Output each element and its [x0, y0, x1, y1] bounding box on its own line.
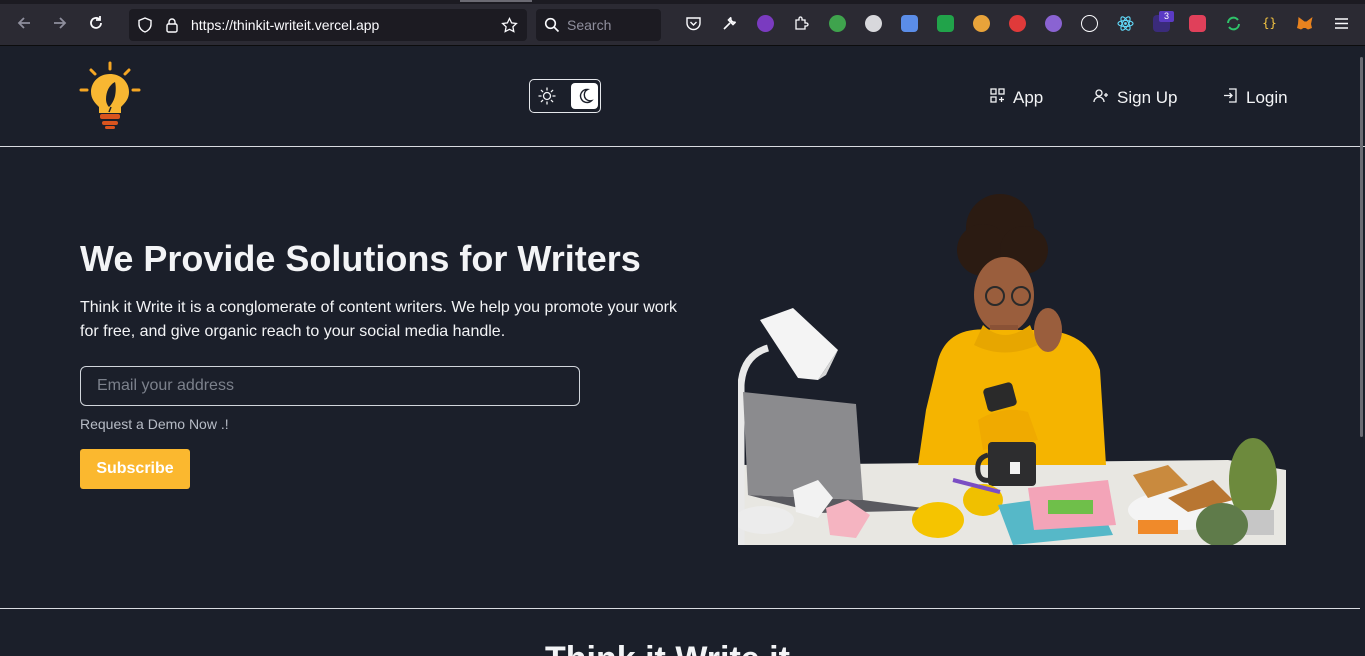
- extension-gear-icon[interactable]: [1045, 15, 1062, 32]
- extension-sync-icon[interactable]: [1225, 15, 1242, 32]
- extension-count-badge: 3: [1159, 11, 1174, 22]
- extension-purple-icon[interactable]: [757, 15, 774, 32]
- nav-signup-label: Sign Up: [1117, 88, 1178, 107]
- hero-title: We Provide Solutions for Writers: [80, 238, 641, 279]
- extension-pwa-icon[interactable]: [1189, 15, 1206, 32]
- site-header: App Sign Up Login: [0, 47, 1365, 147]
- nav-login-label: Login: [1246, 88, 1288, 107]
- search-placeholder: Search: [567, 17, 612, 33]
- nav-app-link[interactable]: App: [990, 88, 1043, 108]
- theme-toggle[interactable]: [529, 79, 601, 113]
- extensions-puzzle-icon[interactable]: [793, 15, 810, 32]
- url-text[interactable]: https://thinkit-writeit.vercel.app: [191, 17, 379, 33]
- extension-json-icon[interactable]: {}: [1261, 15, 1278, 32]
- forward-arrow-icon[interactable]: [50, 13, 70, 33]
- extension-broom-icon[interactable]: [973, 15, 990, 32]
- sun-icon[interactable]: [533, 83, 560, 109]
- shield-icon[interactable]: [137, 17, 153, 38]
- url-bar[interactable]: https://thinkit-writeit.vercel.app: [129, 9, 527, 41]
- next-section-title: Think it Write it: [545, 640, 790, 656]
- grid-icon: [990, 88, 1005, 108]
- wrench-icon[interactable]: [721, 15, 738, 32]
- extension-green-icon[interactable]: [829, 15, 846, 32]
- browser-toolbar: https://thinkit-writeit.vercel.app Searc…: [0, 0, 1365, 46]
- login-icon: [1223, 88, 1238, 108]
- page-scrollbar[interactable]: [1360, 57, 1363, 437]
- moon-icon[interactable]: [571, 83, 598, 109]
- tab-strip: [0, 0, 1365, 4]
- demo-request-text: Request a Demo Now .!: [80, 416, 229, 432]
- extension-money-icon[interactable]: [937, 15, 954, 32]
- extension-translate-icon[interactable]: [901, 15, 918, 32]
- pocket-icon[interactable]: [685, 15, 702, 32]
- hamburger-menu-icon[interactable]: [1333, 15, 1350, 32]
- nav-app-label: App: [1013, 88, 1044, 107]
- hero-description: Think it Write it is a conglomerate of c…: [80, 299, 677, 340]
- reload-icon[interactable]: [86, 13, 106, 33]
- nav-login-link[interactable]: Login: [1223, 88, 1288, 108]
- lock-icon[interactable]: [164, 17, 180, 38]
- extension-shield-red-icon[interactable]: [1009, 15, 1026, 32]
- bulb-feather-logo[interactable]: [78, 60, 142, 132]
- email-input[interactable]: [80, 366, 580, 406]
- metamask-fox-icon[interactable]: [1297, 15, 1314, 32]
- nav-signup-link[interactable]: Sign Up: [1093, 88, 1177, 108]
- search-bar[interactable]: Search: [536, 9, 661, 41]
- user-plus-icon: [1093, 88, 1109, 109]
- extension-cookie-icon[interactable]: [1081, 15, 1098, 32]
- section-divider: [0, 608, 1360, 609]
- active-tab-indicator[interactable]: [460, 0, 532, 2]
- extension-cloud-icon[interactable]: [865, 15, 882, 32]
- search-icon: [544, 17, 560, 38]
- subscribe-button[interactable]: Subscribe: [80, 449, 190, 489]
- react-devtools-icon[interactable]: [1117, 15, 1134, 32]
- back-arrow-icon[interactable]: [14, 13, 34, 33]
- bookmark-star-icon[interactable]: [501, 16, 518, 39]
- hero-illustration: [734, 180, 1286, 547]
